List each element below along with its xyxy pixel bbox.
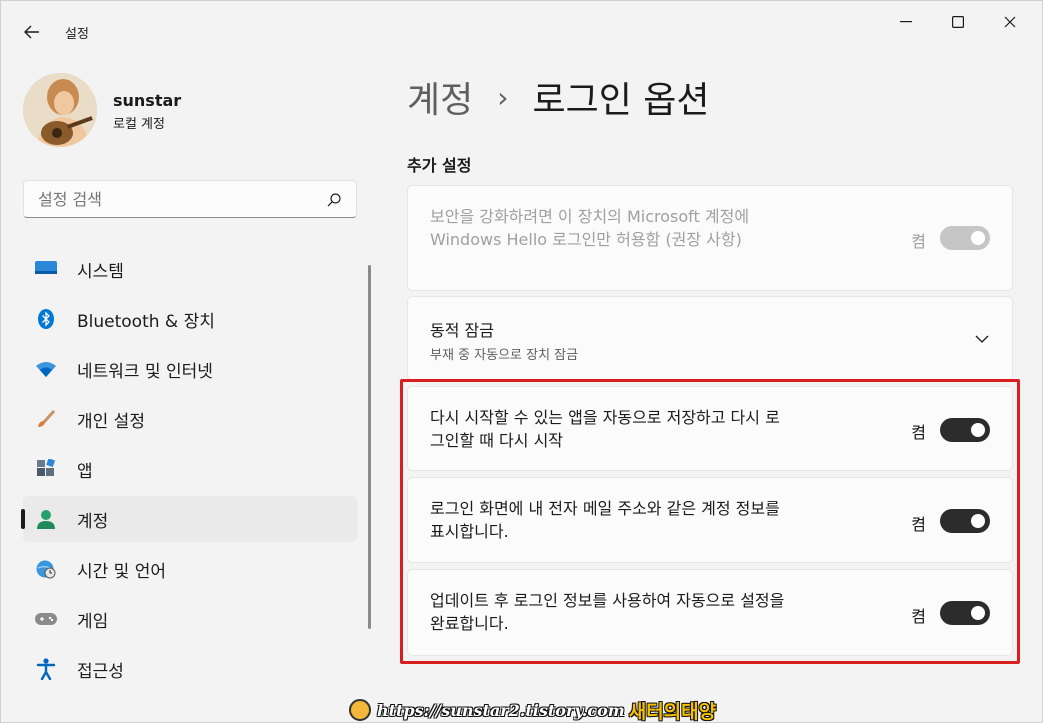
- auto-finish-setup-toggle[interactable]: [940, 601, 990, 625]
- sidebar-item-label: 시스템: [77, 261, 124, 282]
- setting-card-auto-finish-setup: 업데이트 후 로그인 정보를 사용하여 자동으로 설정을 완료합니다. 켬: [407, 569, 1013, 656]
- toggle-state-label: 켬: [911, 232, 926, 251]
- sidebar-item-label: 시간 및 언어: [77, 561, 167, 582]
- arrow-left-icon: [24, 25, 39, 39]
- avatar[interactable]: [23, 73, 97, 147]
- apps-icon: [35, 458, 57, 480]
- setting-card-restart-apps: 다시 시작할 수 있는 앱을 자동으로 저장하고 다시 로그인할 때 다시 시작…: [407, 386, 1013, 471]
- restart-apps-toggle[interactable]: [940, 418, 990, 442]
- account-icon: [35, 508, 57, 530]
- back-button[interactable]: [15, 15, 49, 49]
- watermark: https://sunstar2.tistory.com 새터의태양: [349, 697, 717, 723]
- user-name: sunstar: [113, 91, 182, 110]
- search-icon[interactable]: [326, 192, 342, 208]
- watermark-url: https://sunstar2.tistory.com: [377, 700, 625, 720]
- breadcrumb-separator: ›: [497, 80, 509, 114]
- maximize-button[interactable]: [935, 7, 981, 37]
- close-button[interactable]: [987, 7, 1033, 37]
- sidebar-item-label: 개인 설정: [77, 411, 145, 432]
- section-title: 추가 설정: [407, 156, 472, 175]
- sidebar-item-label: 앱: [77, 461, 93, 482]
- smiley-face-icon: [349, 699, 371, 721]
- sidebar-scrollbar[interactable]: [368, 265, 371, 629]
- account-type: 로컬 계정: [113, 117, 165, 132]
- sidebar-item-time-language[interactable]: 시간 및 언어: [23, 546, 357, 592]
- sidebar-item-label: 접근성: [77, 661, 124, 682]
- setting-card-dynamic-lock[interactable]: 동적 잠금 부재 중 자동으로 장치 잠금: [407, 296, 1013, 380]
- sidebar-item-personalization[interactable]: 개인 설정: [23, 396, 357, 442]
- avatar-image: [23, 73, 97, 147]
- windows-hello-only-toggle[interactable]: [940, 226, 990, 250]
- toggle-state-label: 켬: [911, 607, 926, 626]
- toggle-state-label: 켬: [911, 423, 926, 442]
- bluetooth-icon: [35, 308, 57, 330]
- sidebar-nav: 시스템 Bluetooth & 장치 네트워크 및 인터넷 개인 설정 앱 계정…: [21, 246, 357, 696]
- minimize-button[interactable]: [883, 7, 929, 37]
- system-icon: [35, 258, 57, 280]
- setting-description: 보안을 강화하려면 이 장치의 Microsoft 계정에 Windows He…: [430, 207, 750, 249]
- search-input[interactable]: [38, 190, 298, 209]
- sidebar-item-system[interactable]: 시스템: [23, 246, 357, 292]
- settings-window: 설정 sunstar 로컬 계정 설정 검색 시스템 Bluetooth & 장…: [0, 0, 1043, 723]
- sidebar-item-label: 계정: [77, 511, 109, 532]
- page-title: 로그인 옵션: [532, 80, 710, 121]
- title-bar: 설정: [1, 1, 1042, 47]
- setting-description: 로그인 화면에 내 전자 메일 주소와 같은 계정 정보를 표시합니다.: [430, 499, 780, 541]
- sidebar-item-label: 네트워크 및 인터넷: [77, 361, 213, 382]
- selection-indicator: [21, 509, 25, 529]
- sidebar-item-gaming[interactable]: 게임: [23, 596, 357, 642]
- accessibility-icon: [35, 658, 57, 680]
- setting-card-windows-hello-only: 보안을 강화하려면 이 장치의 Microsoft 계정에 Windows He…: [407, 185, 1013, 291]
- maximize-icon: [952, 16, 964, 28]
- sidebar-item-label: 게임: [77, 611, 109, 632]
- setting-title: 동적 잠금: [430, 321, 494, 340]
- sidebar-item-bluetooth[interactable]: Bluetooth & 장치: [23, 296, 357, 342]
- sidebar-item-label: Bluetooth & 장치: [77, 311, 215, 332]
- toggle-knob: [971, 606, 985, 620]
- toggle-state-label: 켬: [911, 515, 926, 534]
- minimize-icon: [900, 21, 912, 23]
- sidebar-item-accessibility[interactable]: 접근성: [23, 646, 357, 692]
- search-box[interactable]: [23, 180, 357, 218]
- sidebar-item-apps[interactable]: 앱: [23, 446, 357, 492]
- setting-description: 다시 시작할 수 있는 앱을 자동으로 저장하고 다시 로그인할 때 다시 시작: [430, 408, 780, 450]
- window-title: 설정: [65, 27, 89, 42]
- show-account-details-toggle[interactable]: [940, 509, 990, 533]
- setting-description: 업데이트 후 로그인 정보를 사용하여 자동으로 설정을 완료합니다.: [430, 591, 785, 633]
- setting-card-show-account-details: 로그인 화면에 내 전자 메일 주소와 같은 계정 정보를 표시합니다. 켬: [407, 477, 1013, 563]
- brush-icon: [35, 408, 57, 430]
- watermark-name: 새터의태양: [628, 700, 717, 723]
- toggle-knob: [971, 514, 985, 528]
- globe-clock-icon: [35, 558, 57, 580]
- chevron-down-icon[interactable]: [974, 331, 990, 347]
- setting-subtitle: 부재 중 자동으로 장치 잠금: [430, 348, 579, 363]
- breadcrumb-parent[interactable]: 계정: [407, 71, 473, 123]
- sidebar-item-accounts[interactable]: 계정: [21, 496, 357, 542]
- wifi-icon: [35, 358, 57, 380]
- gamepad-icon: [35, 608, 57, 630]
- close-icon: [1004, 16, 1016, 28]
- toggle-knob: [971, 423, 985, 437]
- breadcrumb: 계정 › 로그인 옵션: [407, 71, 710, 123]
- toggle-knob: [971, 231, 985, 245]
- sidebar-item-network[interactable]: 네트워크 및 인터넷: [23, 346, 357, 392]
